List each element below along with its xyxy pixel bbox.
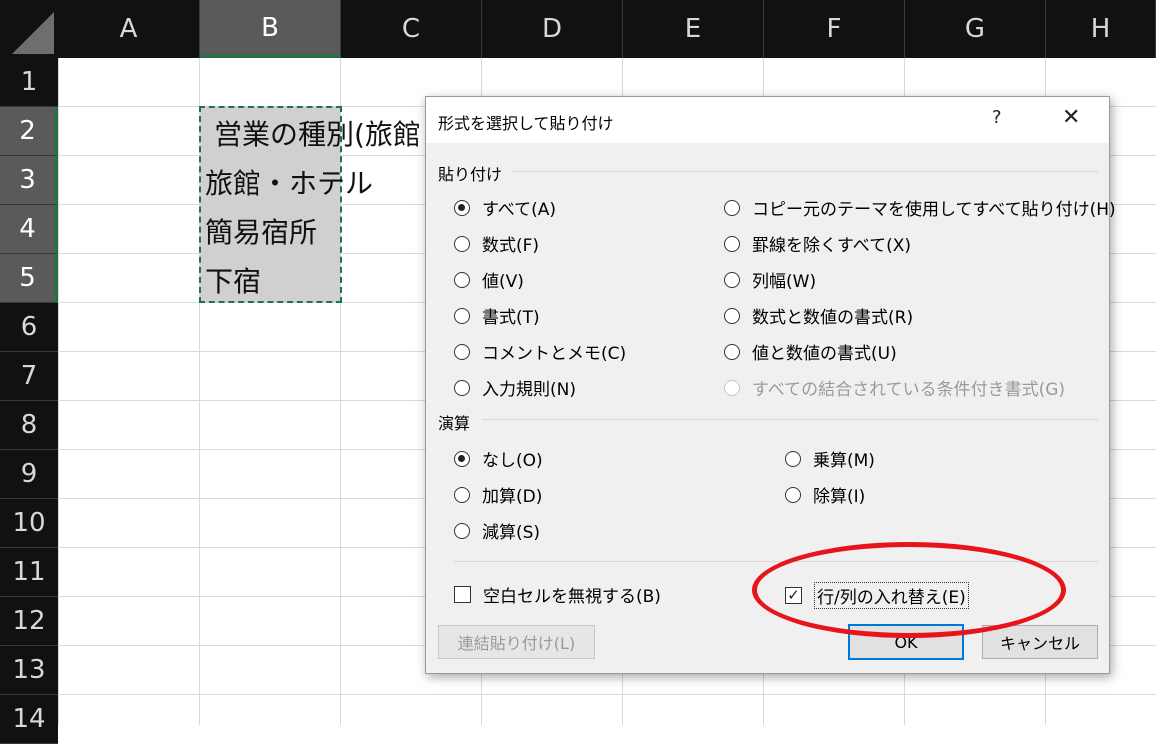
paste-option-values-numbers[interactable]: 値と数値の書式(U) (724, 339, 897, 364)
column-header-b[interactable]: B (200, 0, 341, 58)
row-header-5[interactable]: 5 (0, 254, 58, 303)
radio-icon (454, 307, 470, 324)
option-label: すべての結合されている条件付き書式(G) (752, 380, 1066, 400)
row-header-2[interactable]: 2 (0, 107, 58, 156)
radio-icon (724, 271, 740, 288)
cell-b3[interactable]: 旅館・ホテル (205, 162, 373, 202)
radio-icon (454, 486, 470, 503)
cell-b2[interactable]: 営業の種別(旅館 (214, 113, 421, 153)
option-label: 入力規則(N) (482, 380, 576, 400)
skip-blanks-checkbox[interactable]: 空白セルを無視する(B) (454, 582, 661, 607)
row-header-13[interactable]: 13 (0, 646, 58, 695)
option-label: 数式と数値の書式(R) (752, 308, 914, 328)
paste-option-formulas[interactable]: 数式(F) (454, 231, 539, 256)
operation-option-none[interactable]: なし(O) (454, 446, 543, 471)
help-icon[interactable]: ? (992, 107, 1002, 128)
column-header-a[interactable]: A (58, 0, 200, 58)
operation-option-add[interactable]: 加算(D) (454, 482, 542, 507)
option-label: コピー元のテーマを使用してすべて貼り付け(H) (752, 200, 1116, 220)
row-header-3[interactable]: 3 (0, 156, 58, 205)
column-header-e[interactable]: E (623, 0, 764, 58)
paste-section-label: 貼り付け (438, 165, 503, 184)
radio-icon (724, 379, 740, 396)
transpose-checkbox[interactable]: ✓ 行/列の入れ替え(E) (785, 582, 969, 609)
row-header-9[interactable]: 9 (0, 450, 58, 499)
row-header-8[interactable]: 8 (0, 401, 58, 450)
operation-option-divide[interactable]: 除算(I) (785, 482, 865, 507)
option-label: 空白セルを無視する(B) (483, 587, 661, 607)
column-header-g[interactable]: G (905, 0, 1046, 58)
cancel-button[interactable]: キャンセル (982, 625, 1098, 659)
radio-icon (454, 343, 470, 360)
paste-link-button: 連結貼り付け(L) (438, 625, 595, 659)
radio-icon (454, 450, 470, 467)
row-header-7[interactable]: 7 (0, 352, 58, 401)
radio-icon (724, 199, 740, 216)
paste-section-divider (512, 171, 1098, 172)
paste-option-formulas-numbers[interactable]: 数式と数値の書式(R) (724, 303, 913, 328)
radio-icon (724, 343, 740, 360)
radio-icon (785, 450, 801, 467)
row-header-10[interactable]: 10 (0, 499, 58, 548)
paste-option-no-borders[interactable]: 罫線を除くすべて(X) (724, 231, 911, 256)
option-label: コメントとメモ(C) (482, 344, 627, 364)
cell-b5[interactable]: 下宿 (205, 260, 261, 300)
operation-section-divider (482, 419, 1098, 420)
dialog-title-bar[interactable]: 形式を選択して貼り付け ? ✕ (426, 97, 1109, 143)
checkbox-icon (454, 586, 471, 603)
ok-button[interactable]: OK (848, 624, 964, 660)
row-header-6[interactable]: 6 (0, 303, 58, 352)
radio-icon (785, 486, 801, 503)
radio-icon (454, 271, 470, 288)
option-label: すべて(A) (482, 200, 557, 220)
option-label: 列幅(W) (752, 272, 817, 292)
paste-option-formats[interactable]: 書式(T) (454, 303, 540, 328)
column-header-f[interactable]: F (764, 0, 905, 58)
paste-option-all[interactable]: すべて(A) (454, 195, 556, 220)
paste-option-source-theme[interactable]: コピー元のテーマを使用してすべて貼り付け(H) (724, 195, 1116, 220)
operation-option-multiply[interactable]: 乗算(M) (785, 446, 875, 471)
option-label: 加算(D) (482, 487, 543, 507)
option-label: 数式(F) (482, 236, 540, 256)
radio-icon (454, 379, 470, 396)
paste-option-validation[interactable]: 入力規則(N) (454, 375, 576, 400)
radio-icon (454, 235, 470, 252)
row-header-1[interactable]: 1 (0, 58, 58, 107)
option-label: 罫線を除くすべて(X) (752, 236, 912, 256)
paste-special-dialog: 形式を選択して貼り付け ? ✕ 貼り付け すべて(A) 数式(F) 値(V) 書… (425, 96, 1116, 674)
row-header-12[interactable]: 12 (0, 597, 58, 646)
column-header-d[interactable]: D (482, 0, 623, 58)
option-label: 値(V) (482, 272, 524, 292)
option-label: なし(O) (482, 451, 543, 471)
option-label: 減算(S) (482, 523, 541, 543)
row-header-11[interactable]: 11 (0, 548, 58, 597)
paste-option-merged-conditional: すべての結合されている条件付き書式(G) (724, 375, 1065, 400)
dialog-title: 形式を選択して貼り付け (438, 114, 614, 133)
column-header-c[interactable]: C (341, 0, 482, 58)
option-label: 行/列の入れ替え(E) (814, 582, 969, 609)
select-all-corner[interactable] (0, 0, 58, 58)
checkmark-icon: ✓ (785, 587, 802, 604)
radio-icon (454, 199, 470, 216)
paste-option-values[interactable]: 値(V) (454, 267, 524, 292)
option-label: 書式(T) (482, 308, 540, 328)
column-header-h[interactable]: H (1046, 0, 1156, 58)
option-label: 値と数値の書式(U) (752, 344, 897, 364)
radio-icon (724, 307, 740, 324)
cell-b4[interactable]: 簡易宿所 (205, 211, 317, 251)
row-header-4[interactable]: 4 (0, 205, 58, 254)
row-header-14[interactable]: 14 (0, 695, 58, 744)
radio-icon (454, 522, 470, 539)
options-divider (454, 561, 1098, 562)
close-icon[interactable]: ✕ (1062, 105, 1080, 130)
operation-section-label: 演算 (438, 414, 471, 433)
select-all-triangle-icon (12, 12, 54, 54)
radio-icon (724, 235, 740, 252)
paste-option-comments[interactable]: コメントとメモ(C) (454, 339, 626, 364)
option-label: 乗算(M) (813, 451, 875, 471)
operation-option-subtract[interactable]: 減算(S) (454, 518, 540, 543)
option-label: 除算(I) (813, 487, 866, 507)
paste-option-column-widths[interactable]: 列幅(W) (724, 267, 816, 292)
